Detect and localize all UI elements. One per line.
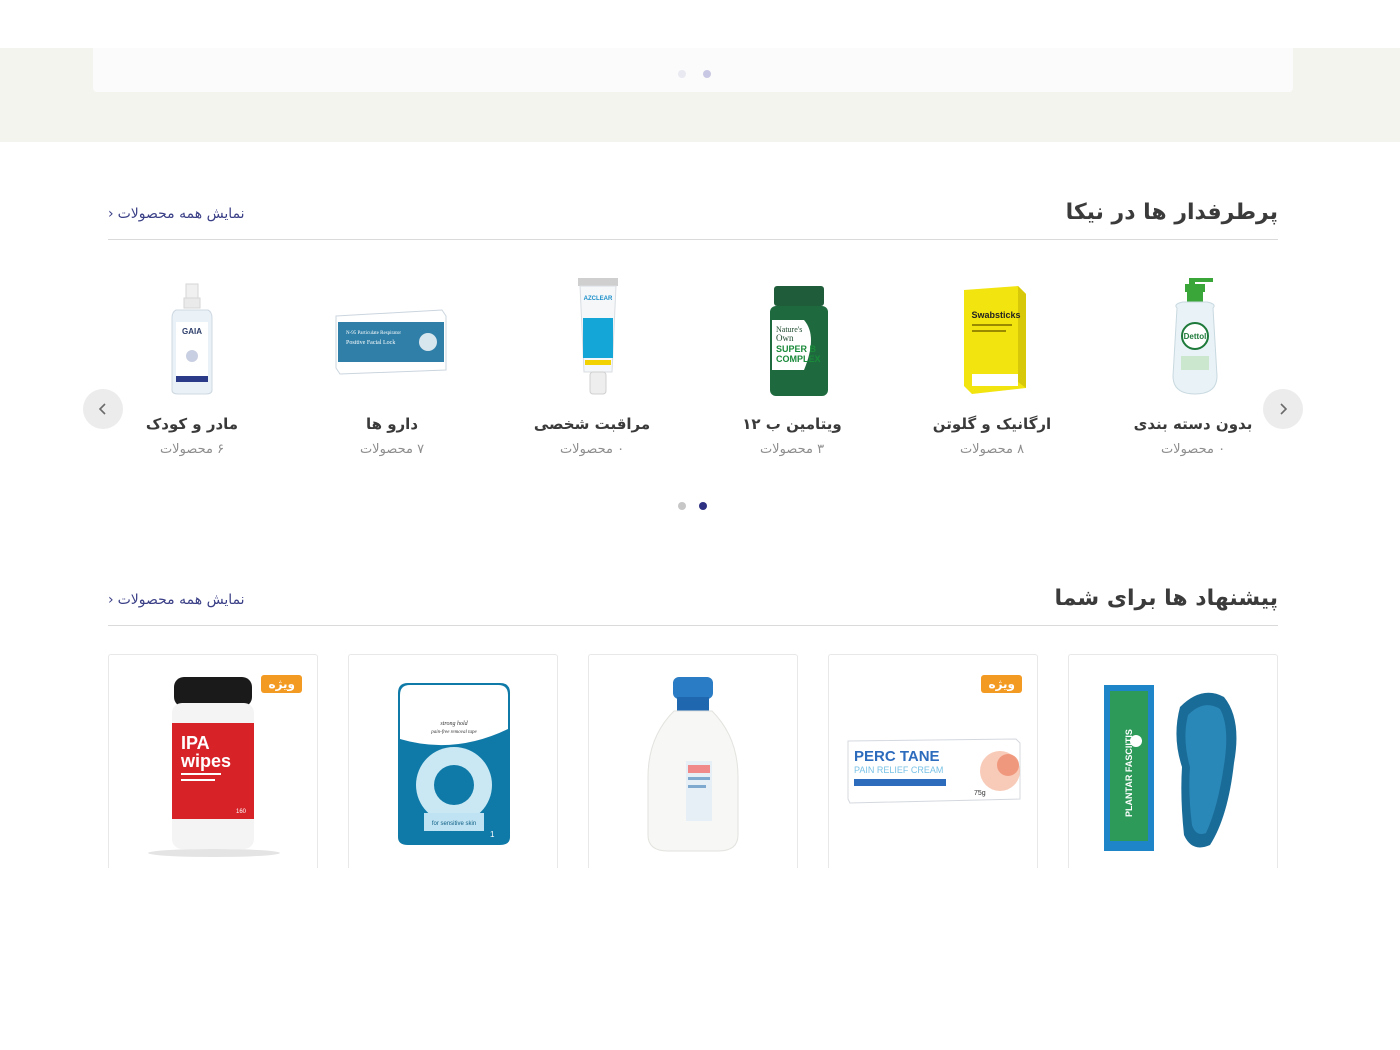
banner-dot-2[interactable]	[703, 70, 711, 78]
svg-text:strong hold: strong hold	[440, 721, 468, 727]
category-name: دارو ها	[365, 415, 419, 433]
product-card-insole[interactable]: PLANTAR FASCIITIS	[1068, 654, 1278, 868]
suggested-see-all-link[interactable]: نمایش همه محصولات ‹	[108, 592, 245, 608]
category-count: ۳ محصولات	[759, 442, 825, 457]
svg-text:wipes: wipes	[180, 751, 231, 771]
svg-text:N-95 Particulate Respirator: N-95 Particulate Respirator	[346, 331, 401, 336]
category-name: مادر و کودک	[145, 415, 239, 433]
hand-sanitizer-image: Dettol	[1172, 278, 1218, 395]
svg-text:75g: 75g	[974, 790, 986, 797]
svg-text:for sensitive skin: for sensitive skin	[432, 821, 476, 827]
insole-product-image: PLANTAR FASCIITIS	[1104, 685, 1237, 851]
popular-section-header: پرطرفدار ها در نیکا نمایش همه محصولات ‹	[108, 200, 1278, 240]
category-dot-1[interactable]	[678, 502, 686, 510]
chevron-left-icon: ‹	[108, 206, 114, 222]
category-name: مراقبت شخصی	[533, 415, 651, 433]
spray-bottle-image: GAIA	[171, 283, 213, 395]
banner-dot-1[interactable]	[678, 70, 686, 78]
svg-text:AZCLEAR: AZCLEAR	[584, 296, 613, 302]
svg-text:COMPLEX: COMPLEX	[776, 354, 821, 364]
popular-see-all-link[interactable]: نمایش همه محصولات ‹	[108, 206, 245, 222]
category-item-organic-gluten[interactable]: Swabsticks ارگانیک و گلوتن ۸ محصولات	[907, 276, 1077, 466]
product-card-lotion[interactable]	[588, 654, 798, 868]
svg-text:PAIN RELIEF CREAM: PAIN RELIEF CREAM	[854, 765, 943, 775]
svg-text:IPA: IPA	[181, 733, 210, 753]
svg-text:SUPER B: SUPER B	[776, 344, 817, 354]
category-count: ۰ محصولات	[559, 442, 625, 457]
svg-text:1: 1	[490, 830, 495, 839]
svg-text:Swabsticks: Swabsticks	[971, 310, 1020, 320]
chevron-right-icon	[1280, 403, 1288, 415]
category-item-uncategorized[interactable]: Dettol بدون دسته بندی ۰ محصولات	[1108, 276, 1278, 466]
vitamin-bottle-image: Nature's Own SUPER B COMPLEX	[770, 286, 828, 396]
product-card-tape[interactable]: strong hold pain-free removal tape for s…	[348, 654, 558, 868]
respirator-box-image: N-95 Particulate Respirator Positive Fac…	[335, 309, 447, 375]
chevron-left-icon: ‹	[108, 592, 114, 608]
category-pagination	[678, 502, 707, 510]
popular-section-title: پرطرفدار ها در نیکا	[1065, 200, 1278, 225]
svg-text:Own: Own	[776, 333, 794, 343]
svg-text:PERC TANE: PERC TANE	[854, 748, 940, 765]
category-name: بدون دسته بندی	[1133, 415, 1253, 433]
cream-tube-image: AZCLEAR	[578, 278, 618, 395]
swabsticks-box-image: Swabsticks	[964, 286, 1026, 394]
category-count: ۸ محصولات	[959, 442, 1025, 457]
product-card-ipa-wipes[interactable]: IPA wipes 160 ویژه	[108, 654, 318, 868]
suggested-section-title: پیشنهاد ها برای شما	[1054, 586, 1278, 611]
svg-text:Positive Facial Lock: Positive Facial Lock	[346, 340, 395, 346]
category-dot-2[interactable]	[699, 502, 707, 510]
ipa-wipes-image: IPA wipes 160	[148, 677, 280, 857]
category-item-personal-care[interactable]: AZCLEAR مراقبت شخصی ۰ محصولات	[507, 276, 677, 466]
category-count: ۰ محصولات	[1160, 442, 1226, 457]
lotion-bottle-image	[647, 677, 739, 852]
svg-text:Dettol: Dettol	[1184, 332, 1207, 341]
category-name: ویتامین ب ۱۲	[742, 415, 842, 433]
svg-text:160: 160	[236, 809, 247, 815]
banner-pagination	[678, 70, 711, 78]
see-all-label: نمایش همه محصولات	[117, 592, 245, 608]
pain-relief-cream-image: PERC TANE PAIN RELIEF CREAM 75g	[847, 738, 1021, 804]
special-offer-badge: ویژه	[981, 675, 1022, 693]
medical-tape-image: strong hold pain-free removal tape for s…	[398, 683, 510, 845]
category-name: ارگانیک و گلوتن	[932, 415, 1052, 433]
category-item-vitamin-b12[interactable]: Nature's Own SUPER B COMPLEX ویتامین ب ۱…	[707, 276, 877, 466]
category-count: ۶ محصولات	[159, 442, 225, 457]
category-item-mother-child[interactable]: GAIA مادر و کودک ۶ محصولات	[107, 276, 277, 466]
special-offer-badge: ویژه	[261, 675, 302, 693]
see-all-label: نمایش همه محصولات	[117, 206, 245, 222]
suggested-section-header: پیشنهاد ها برای شما نمایش همه محصولات ‹	[108, 586, 1278, 626]
svg-text:GAIA: GAIA	[182, 327, 202, 336]
svg-text:pain-free removal tape: pain-free removal tape	[430, 730, 477, 735]
category-count: ۷ محصولات	[359, 442, 425, 457]
product-card-pain-cream[interactable]: PERC TANE PAIN RELIEF CREAM 75g ویژه	[828, 654, 1038, 868]
category-item-medicines[interactable]: N-95 Particulate Respirator Positive Fac…	[307, 276, 477, 466]
